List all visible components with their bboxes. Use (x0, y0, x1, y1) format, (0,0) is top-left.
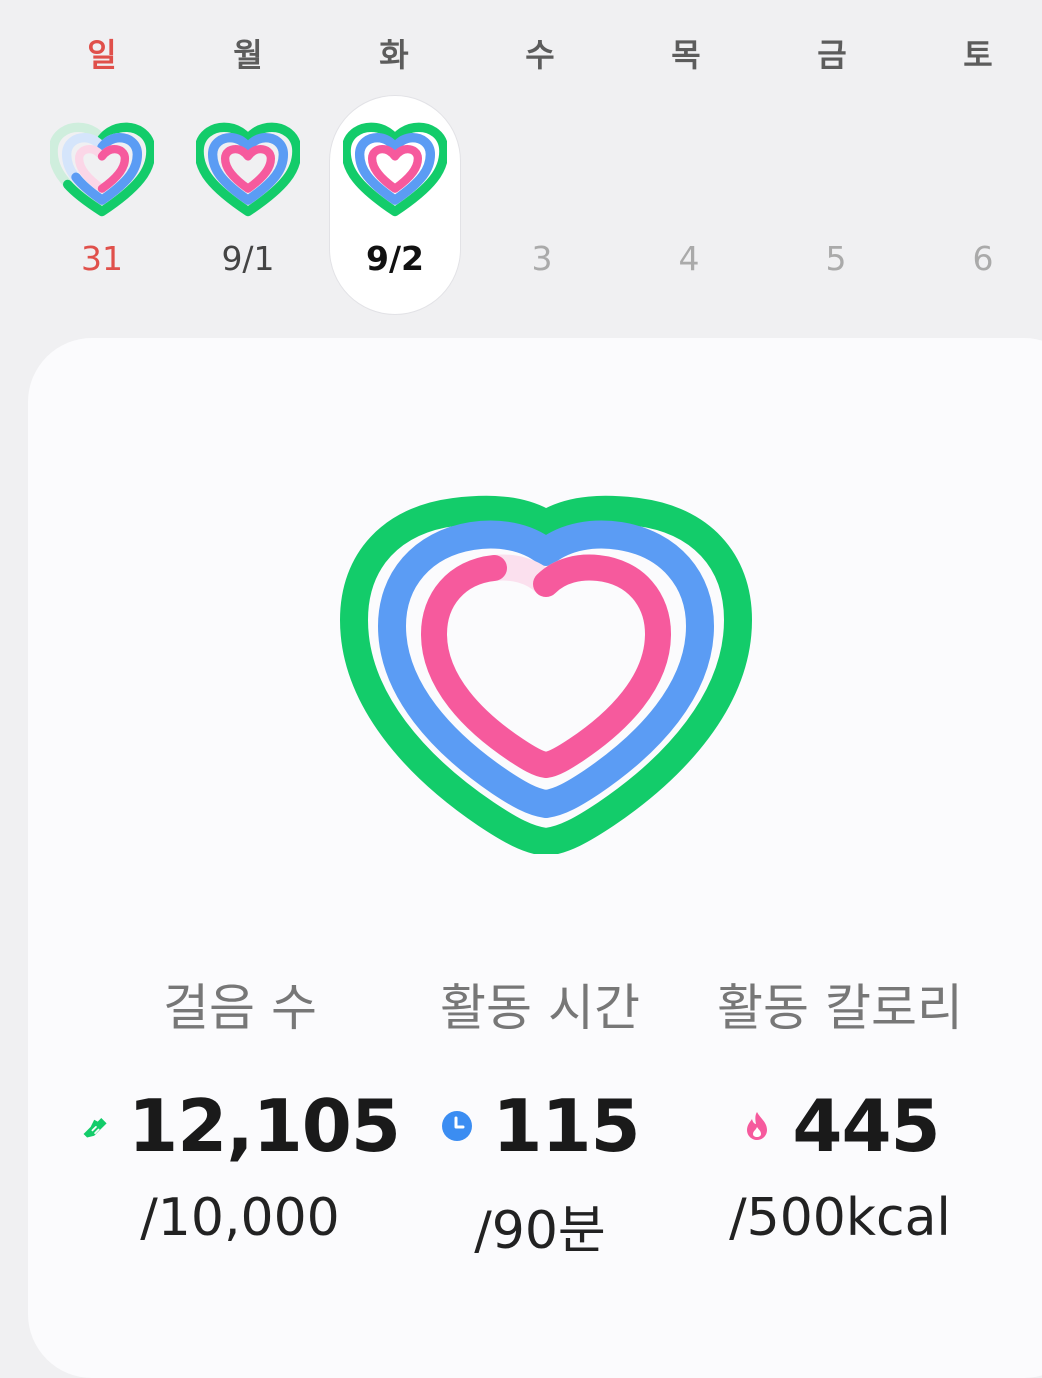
day-31[interactable]: 31 (37, 96, 167, 314)
activity-heart-icon (343, 122, 447, 217)
activity-rings-heart (340, 495, 752, 854)
weekday-label-mon: 월 (233, 36, 263, 74)
active-time-value: 115 (492, 1084, 640, 1168)
date-number: 4 (678, 239, 700, 278)
activity-heart-icon (196, 122, 300, 217)
steps-label: 걸음 수 (163, 979, 317, 1037)
date-number: 5 (825, 239, 847, 278)
weekday-label-fri: 금 (817, 36, 847, 74)
day-6[interactable]: 6 (918, 96, 1042, 314)
weekday-label-sun: 일 (87, 36, 117, 74)
daily-activity-card: 걸음 수 12,105 /10,000 활동 시간 115 /90분 활동 칼로… (28, 338, 1042, 1378)
clock-icon (442, 1111, 473, 1141)
weekday-label-sat: 토 (963, 36, 993, 74)
date-number: 9/1 (221, 239, 275, 278)
flame-icon (747, 1112, 768, 1140)
week-selector: 일 월 화 수 목 금 토 31 9/1 9/2 3 4 5 6 (0, 0, 1042, 330)
activity-heart-icon (50, 122, 154, 217)
date-number: 3 (531, 239, 553, 278)
active-calories-goal: /500kcal (729, 1188, 951, 1248)
weekday-label-tue: 화 (379, 36, 409, 74)
active-calories-stat: 활동 칼로리 445 /500kcal (680, 968, 1000, 1248)
active-time-goal: /90분 (474, 1201, 606, 1261)
steps-stat: 걸음 수 12,105 /10,000 (80, 968, 401, 1248)
active-calories-value: 445 (792, 1084, 940, 1168)
date-number: 6 (972, 239, 994, 278)
date-number: 9/2 (366, 239, 424, 278)
weekday-label-wed: 수 (525, 36, 555, 74)
steps-value: 12,105 (128, 1084, 401, 1168)
day-9-2-selected[interactable]: 9/2 (330, 96, 460, 314)
day-5[interactable]: 5 (771, 96, 901, 314)
active-time-label: 활동 시간 (440, 979, 640, 1037)
day-3[interactable]: 3 (477, 96, 607, 314)
steps-goal: /10,000 (140, 1188, 340, 1248)
active-calories-label: 활동 칼로리 (717, 979, 963, 1037)
active-time-stat: 활동 시간 115 /90분 (380, 968, 700, 1263)
date-number: 31 (81, 239, 123, 278)
shoe-icon (83, 1118, 107, 1138)
day-4[interactable]: 4 (624, 96, 754, 314)
day-9-1[interactable]: 9/1 (183, 96, 313, 314)
weekday-label-thu: 목 (671, 36, 701, 74)
